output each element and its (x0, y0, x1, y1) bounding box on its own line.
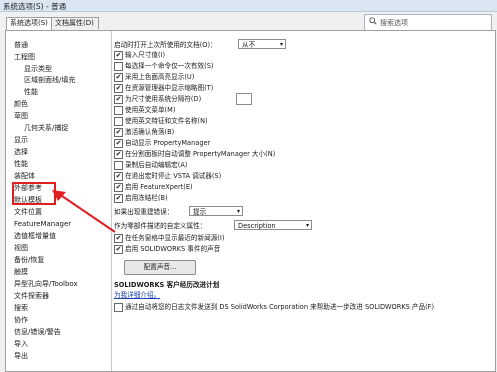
annotation-arrow (52, 190, 116, 233)
tab-system-options[interactable]: 系统选项(S) (6, 17, 52, 30)
